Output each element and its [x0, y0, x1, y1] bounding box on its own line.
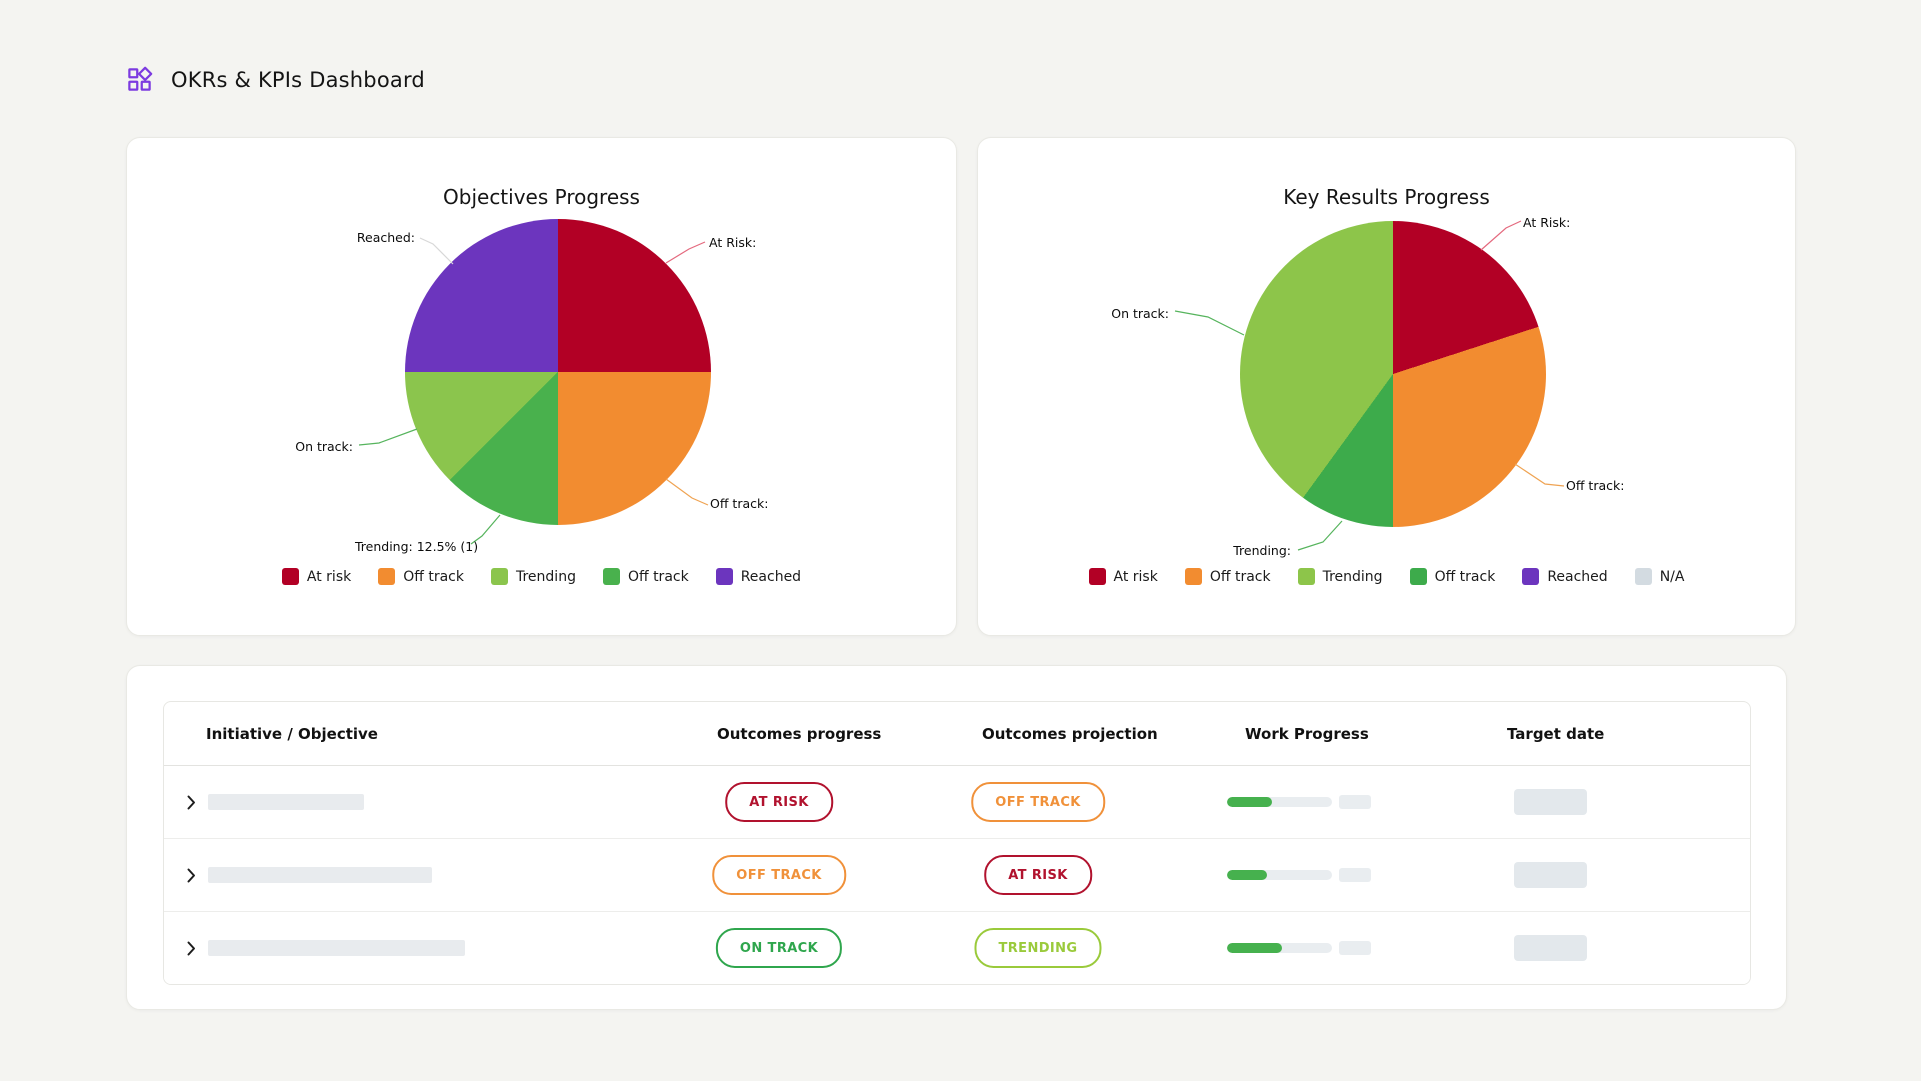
legend-item-off-track[interactable]: Off track — [378, 568, 464, 585]
col-header-initiative-objective: Initiative / Objective — [206, 725, 378, 743]
legend-item-trending[interactable]: Trending — [491, 568, 576, 585]
work-progress-value-placeholder — [1339, 795, 1371, 809]
pie-slice-callout-label: Off track: — [1566, 478, 1624, 493]
legend-label: Reached — [1547, 569, 1607, 585]
legend-item-at-risk[interactable]: At risk — [1089, 568, 1158, 585]
pie-slice-callout-label: Trending: — [1233, 543, 1291, 558]
outcomes-projection-badge: TRENDING — [974, 928, 1101, 968]
legend-swatch — [1522, 568, 1539, 585]
key-results-progress-card: Key Results Progress At Risk:Off track:T… — [977, 137, 1796, 636]
col-header-outcomes-projection: Outcomes projection — [982, 725, 1158, 743]
initiative-title-placeholder — [208, 794, 364, 810]
legend-label: Trending — [1323, 569, 1383, 585]
outcomes-progress-badge: AT RISK — [725, 782, 833, 822]
target-date-placeholder — [1514, 862, 1587, 888]
initiative-title-placeholder — [208, 940, 465, 956]
target-date-placeholder — [1514, 789, 1587, 815]
legend-label: Trending — [516, 569, 576, 585]
col-header-outcomes-progress: Outcomes progress — [717, 725, 881, 743]
table-row[interactable]: AT RISK OFF TRACK — [164, 766, 1750, 838]
pie-slice-callout-label: At Risk: — [1523, 215, 1570, 230]
pie-slice-callout-label: On track: — [295, 439, 353, 454]
key-results-progress-pie[interactable] — [1240, 221, 1546, 527]
legend-swatch — [378, 568, 395, 585]
legend-swatch — [716, 568, 733, 585]
pie-slice-callout-label: Trending: 12.5% (1) — [355, 539, 478, 554]
page-title: OKRs & KPIs Dashboard — [171, 68, 425, 92]
pie-slice-callout-label: Reached: — [357, 230, 415, 245]
outcomes-progress-badge: ON TRACK — [716, 928, 842, 968]
work-progress-bar — [1227, 797, 1332, 807]
legend-swatch — [1089, 568, 1106, 585]
legend-item-n-a[interactable]: N/A — [1635, 568, 1685, 585]
initiative-title-placeholder — [208, 867, 432, 883]
expand-row-chevron-icon[interactable] — [187, 940, 199, 956]
legend-swatch — [603, 568, 620, 585]
legend-label: Off track — [628, 569, 689, 585]
legend-item-off-track[interactable]: Off track — [1410, 568, 1496, 585]
target-date-placeholder — [1514, 935, 1587, 961]
chart-legend: At risk Off track Trending Off track Reached… — [978, 568, 1795, 585]
legend-item-off-track[interactable]: Off track — [1185, 568, 1271, 585]
work-progress-bar — [1227, 870, 1332, 880]
legend-swatch — [282, 568, 299, 585]
col-header-target-date: Target date — [1507, 725, 1604, 743]
legend-label: At risk — [307, 569, 351, 585]
legend-swatch — [1410, 568, 1427, 585]
legend-swatch — [491, 568, 508, 585]
legend-label: Off track — [403, 569, 464, 585]
table-body: AT RISK OFF TRACK OFF TRACK AT RISK ON TRACK… — [164, 766, 1750, 984]
objectives-progress-chart: At Risk: Off track: Trending: 12.5% (1) On … — [127, 138, 956, 635]
work-progress-value-placeholder — [1339, 941, 1371, 955]
work-progress-bar-fill — [1227, 870, 1267, 880]
work-progress-bar-fill — [1227, 797, 1272, 807]
legend-item-at-risk[interactable]: At risk — [282, 568, 351, 585]
legend-item-reached[interactable]: Reached — [716, 568, 801, 585]
page-header: OKRs & KPIs Dashboard — [126, 66, 425, 93]
table-row[interactable]: OFF TRACK AT RISK — [164, 838, 1750, 911]
legend-label: Reached — [741, 569, 801, 585]
outcomes-projection-badge: AT RISK — [984, 855, 1092, 895]
pie-slice-callout-label: Off track: — [710, 496, 768, 511]
key-results-progress-chart: At Risk: Off track: Trending: On track: At r… — [978, 138, 1795, 635]
okr-dashboard-page: OKRs & KPIs Dashboard Objectives Progres… — [0, 0, 1921, 1081]
objectives-progress-card: Objectives Progress At Risk:Off track:Tr… — [126, 137, 957, 636]
pie-slice-callout-label: At Risk: — [709, 235, 756, 250]
legend-item-reached[interactable]: Reached — [1522, 568, 1607, 585]
legend-swatch — [1298, 568, 1315, 585]
work-progress-bar — [1227, 943, 1332, 953]
legend-label: N/A — [1660, 569, 1685, 585]
legend-item-trending[interactable]: Trending — [1298, 568, 1383, 585]
table-header-row: Initiative / Objective Outcomes progress… — [164, 702, 1750, 766]
legend-item-off-track[interactable]: Off track — [603, 568, 689, 585]
outcomes-progress-badge: OFF TRACK — [712, 855, 846, 895]
legend-swatch — [1635, 568, 1652, 585]
dashboard-icon — [126, 66, 153, 93]
legend-label: Off track — [1210, 569, 1271, 585]
legend-swatch — [1185, 568, 1202, 585]
chart-legend: At risk Off track Trending Off track Reached — [127, 568, 956, 585]
legend-label: Off track — [1435, 569, 1496, 585]
col-header-work-progress: Work Progress — [1245, 725, 1369, 743]
legend-label: At risk — [1114, 569, 1158, 585]
expand-row-chevron-icon[interactable] — [187, 794, 199, 810]
expand-row-chevron-icon[interactable] — [187, 867, 199, 883]
initiatives-table-card: Initiative / Objective Outcomes progress… — [126, 665, 1787, 1010]
table-row[interactable]: ON TRACK TRENDING — [164, 911, 1750, 984]
objectives-progress-pie[interactable] — [405, 219, 711, 525]
work-progress-value-placeholder — [1339, 868, 1371, 882]
pie-slice-callout-label: On track: — [1111, 306, 1169, 321]
work-progress-bar-fill — [1227, 943, 1282, 953]
initiatives-table: Initiative / Objective Outcomes progress… — [163, 701, 1751, 985]
outcomes-projection-badge: OFF TRACK — [971, 782, 1105, 822]
